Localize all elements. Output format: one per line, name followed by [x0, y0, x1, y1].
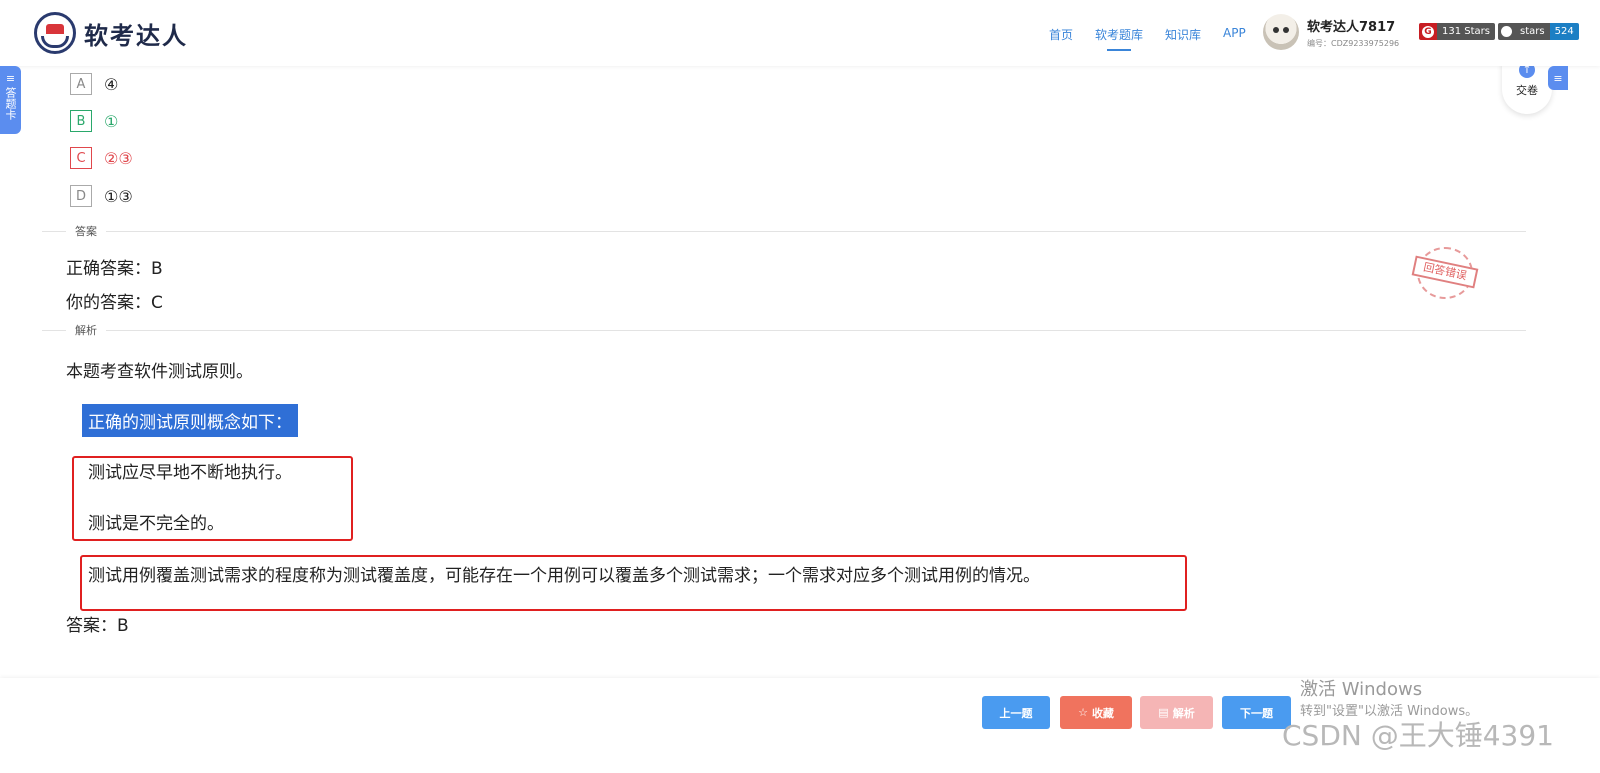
correct-answer: 正确答案：B — [66, 259, 163, 279]
final-answer: 答案：B — [66, 616, 129, 636]
principle-2: 测试是不完全的。 — [88, 514, 224, 534]
next-question-button[interactable]: 下一题 — [1222, 696, 1291, 729]
favorite-button[interactable]: ☆ 收藏 — [1060, 696, 1132, 729]
option-b[interactable]: B ① — [70, 110, 118, 132]
user-id: 编号：CDZ9233975296 — [1307, 38, 1400, 48]
answer-card-tab[interactable]: ≡ 答题卡 — [0, 66, 21, 134]
nav-app[interactable]: APP — [1223, 26, 1246, 43]
option-c[interactable]: C ②③ — [70, 147, 133, 169]
answer-section-title: 答案 — [66, 223, 106, 239]
prev-question-button[interactable]: 上一题 — [982, 696, 1050, 729]
windows-activation-title: 激活 Windows — [1300, 679, 1423, 700]
principle-3: 测试用例覆盖测试需求的程度称为测试覆盖度，可能存在一个用例可以覆盖多个测试需求；… — [88, 566, 1040, 586]
nav-question-bank[interactable]: 软考题库 — [1095, 26, 1143, 51]
page: 软考达人 首页 软考题库 知识库 APP 软考达人7817 编号：CDZ9233… — [0, 0, 1600, 773]
logo-emblem-icon — [34, 12, 76, 54]
answer-divider: 答案 — [42, 223, 1526, 239]
principle-1: 测试应尽早地不断地执行。 — [88, 463, 292, 483]
avatar[interactable] — [1263, 14, 1299, 50]
submit-label: 交卷 — [1516, 84, 1538, 97]
gitee-icon: G — [1422, 25, 1434, 38]
github-icon — [1501, 26, 1512, 37]
github-stars-badge[interactable]: stars 524 — [1498, 23, 1579, 40]
analysis-divider: 解析 — [42, 322, 1526, 338]
star-icon: ☆ — [1078, 706, 1088, 719]
option-a[interactable]: A ④ — [70, 73, 118, 95]
analysis-intro: 本题考查软件测试原则。 — [66, 362, 253, 382]
highlighted-text: 正确的测试原则概念如下： — [82, 404, 298, 437]
top-header: 软考达人 首页 软考题库 知识库 APP 软考达人7817 编号：CDZ9233… — [0, 0, 1600, 66]
gitee-stars-badge[interactable]: G 131 Stars — [1419, 23, 1495, 40]
answer-card-label: 答题卡 — [4, 87, 17, 120]
menu-icon: ≡ — [5, 72, 16, 85]
nav-home[interactable]: 首页 — [1049, 26, 1073, 43]
main-nav: 首页 软考题库 知识库 APP — [1049, 26, 1246, 51]
analysis-section-title: 解析 — [66, 322, 106, 338]
csdn-watermark: CSDN @王大锤4391 — [1282, 719, 1554, 752]
site-logo[interactable]: 软考达人 — [34, 12, 188, 54]
wrong-answer-stamp: 回答错误 — [1411, 247, 1479, 299]
analysis-button[interactable]: ▤ 解析 — [1140, 696, 1213, 729]
document-icon: ▤ — [1158, 706, 1169, 719]
menu-icon: ≡ — [1553, 71, 1563, 85]
user-name: 软考达人7817 — [1307, 19, 1396, 35]
your-answer: 你的答案：C — [66, 293, 163, 313]
user-profile[interactable]: 软考达人7817 编号：CDZ9233975296 — [1263, 14, 1399, 50]
nav-knowledge-base[interactable]: 知识库 — [1165, 26, 1201, 43]
right-menu-tab[interactable]: ≡ — [1548, 66, 1568, 90]
logo-text: 软考达人 — [84, 21, 188, 50]
option-d[interactable]: D ①③ — [70, 185, 133, 207]
